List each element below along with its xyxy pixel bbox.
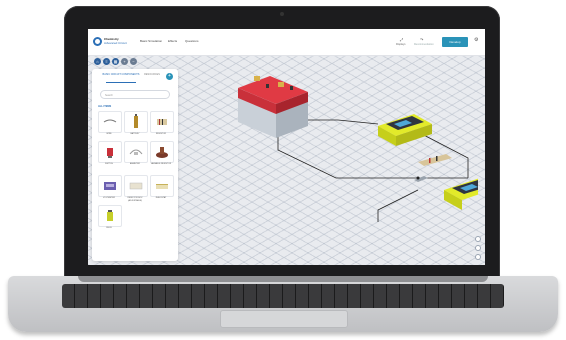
nav-item-basic-simulation[interactable]: Basic Simulation [140, 39, 162, 43]
keyboard [62, 284, 504, 308]
component-label: RESISTOR [155, 133, 167, 135]
brand-subtitle: Advanced Circuit [104, 41, 127, 45]
circuit-diagram [238, 76, 478, 222]
component-label: VOLTMETER [102, 197, 116, 199]
camera-icon [280, 12, 284, 16]
component-voltmeter[interactable] [98, 175, 122, 197]
ammeter-component[interactable] [378, 114, 432, 146]
zoom-out-icon[interactable] [475, 245, 481, 251]
component-resistor[interactable] [150, 111, 174, 133]
minus-icon[interactable]: − [130, 58, 137, 65]
component-resistor-box[interactable] [124, 175, 148, 197]
home-icon[interactable]: ⌂ [94, 58, 101, 65]
nav-item-questions[interactable]: Questions [185, 39, 199, 43]
component-label: SWITCH [105, 163, 113, 165]
switch-component[interactable] [414, 176, 428, 182]
component-label: BULB [106, 227, 112, 229]
displays-icon[interactable]: ⤢ [400, 37, 403, 42]
trackpad [220, 310, 348, 328]
app-header: Chemistry Advanced Circuit Basic Simulat… [88, 29, 485, 56]
component-label: WIRE [106, 133, 112, 135]
gear-icon[interactable]: ⚙ [474, 37, 478, 43]
component-switch[interactable] [98, 141, 122, 163]
component-label: RESISTOR BOX (ADJUSTABLE) [127, 197, 143, 202]
displays-label: Displays [396, 43, 406, 46]
component-label: BATTERY [130, 133, 140, 135]
component-battery[interactable] [124, 111, 148, 133]
app-logo-icon [93, 37, 102, 46]
search-input[interactable]: Search [100, 90, 170, 99]
zoom-in-icon[interactable] [475, 236, 481, 242]
workspace-canvas[interactable]: ⌂ ≡ ▦ + − BASIC CIRCUIT COMPONENTS RESOU… [88, 56, 485, 265]
add-icon[interactable]: + [166, 73, 173, 80]
component-bulb[interactable] [98, 205, 122, 227]
battery-component[interactable] [238, 76, 308, 138]
section-title: ALL ITEMS [98, 105, 112, 108]
app-screen: Chemistry Advanced Circuit Basic Simulat… [88, 29, 485, 265]
grid-icon[interactable]: ▦ [112, 58, 119, 65]
component-ammeter[interactable] [124, 141, 148, 163]
recommendation-icon[interactable]: ↷ [420, 37, 423, 42]
component-wire[interactable] [98, 111, 122, 133]
fit-view-icon[interactable] [475, 254, 481, 260]
zoom-icon[interactable]: + [121, 58, 128, 65]
active-tab-indicator [106, 82, 136, 83]
components-panel: BASIC CIRCUIT COMPONENTS RESOURCES + Sea… [92, 69, 178, 261]
voltmeter-component[interactable] [444, 178, 478, 210]
component-label: RHEOSTAT [155, 197, 167, 199]
tab-basic-components[interactable]: BASIC CIRCUIT COMPONENTS [102, 73, 140, 76]
nav-item-effects[interactable]: Effects [168, 39, 177, 43]
component-label: AMMETER [130, 163, 140, 165]
resistor-component[interactable] [418, 154, 452, 166]
tab-resources[interactable]: RESOURCES [142, 73, 162, 76]
recommendation-label: Recommendation [414, 43, 434, 46]
component-rheostat[interactable] [150, 175, 174, 197]
component-variable-resistor[interactable] [150, 141, 174, 163]
develop-button[interactable]: Develop [442, 37, 468, 47]
laptop-hinge [78, 276, 488, 282]
layers-icon[interactable]: ≡ [103, 58, 110, 65]
component-label: VARIABLE RESISTOR [150, 163, 172, 165]
